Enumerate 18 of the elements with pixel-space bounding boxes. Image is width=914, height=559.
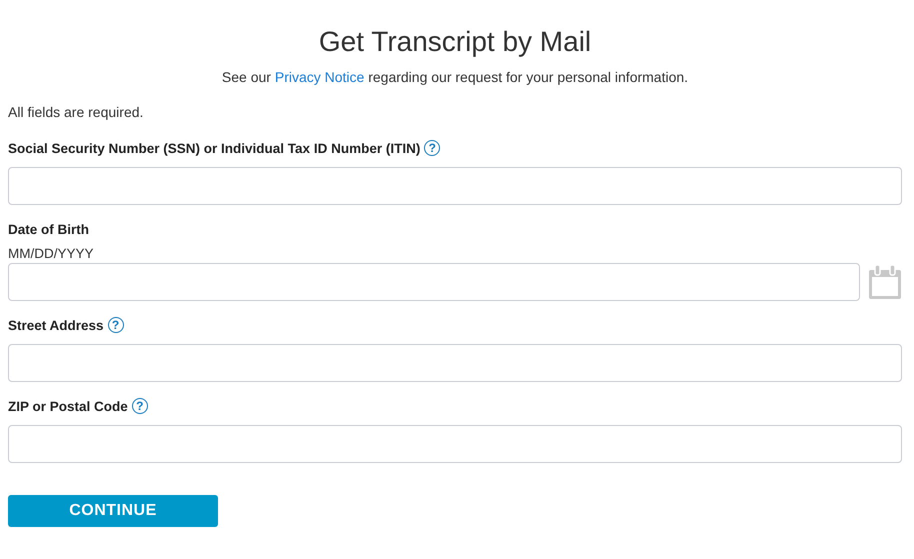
date-format-hint: MM/DD/YYYY — [8, 246, 95, 261]
help-icon[interactable]: ? — [132, 398, 148, 414]
calendar-icon[interactable] — [868, 264, 902, 300]
continue-button[interactable]: CONTINUE — [8, 495, 218, 527]
required-note: All fields are required. — [8, 104, 144, 120]
text-input[interactable] — [8, 167, 902, 205]
privacy-notice-link[interactable]: Privacy Notice — [274, 69, 364, 85]
field-label: Date of Birth — [8, 222, 89, 236]
text-input[interactable] — [8, 425, 902, 463]
date-input[interactable] — [8, 263, 860, 301]
field-label: ZIP or Postal Code — [8, 398, 128, 414]
privacy-notice-text: See our Privacy Notice regarding our request for your personal information. — [220, 69, 690, 85]
text-input[interactable] — [8, 344, 902, 382]
field-label: Street Address — [8, 318, 104, 332]
help-icon[interactable]: ? — [424, 140, 440, 156]
page-title: Get Transcript by Mail — [318, 25, 592, 58]
help-icon[interactable]: ? — [108, 317, 124, 333]
field-label: Social Security Number (SSN) or Individual Tax ID Number (ITIN) — [8, 140, 420, 156]
